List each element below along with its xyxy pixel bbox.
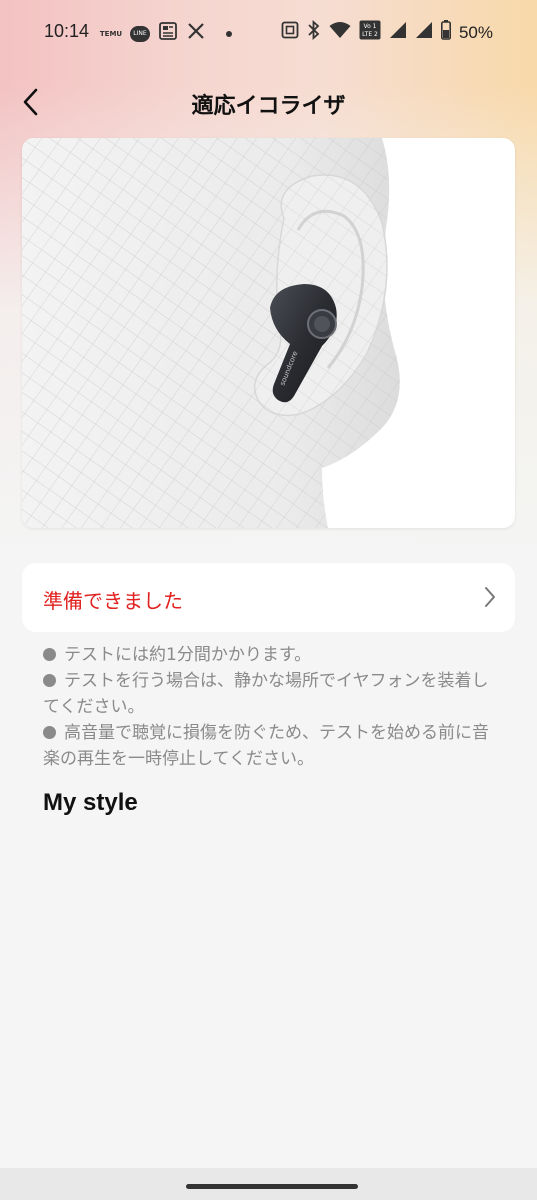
signal-icon-1 bbox=[389, 21, 407, 44]
volte-icon: Vo 1 LTE 2 bbox=[359, 20, 381, 45]
svg-text:Vo 1: Vo 1 bbox=[363, 23, 376, 30]
test-notes: テストには約1分間かかります。 テストを行う場合は、静かな場所でイヤフォンを装着… bbox=[43, 642, 503, 772]
battery-icon bbox=[440, 20, 451, 45]
home-indicator[interactable] bbox=[186, 1184, 358, 1189]
news-app-icon bbox=[158, 21, 178, 46]
line-app-icon: LINE bbox=[130, 25, 150, 42]
my-style-heading: My style bbox=[43, 789, 138, 816]
ready-label: 準備できました bbox=[43, 589, 183, 613]
ear-with-earbud-image: soundcore bbox=[22, 138, 400, 528]
note-item: 高音量で聴覚に損傷を防ぐため、テストを始める前に音楽の再生を一時停止してください… bbox=[43, 723, 489, 769]
battery-percent: 50% bbox=[458, 22, 493, 42]
wifi-icon bbox=[329, 21, 351, 44]
note-item: テストには約1分間かかります。 bbox=[43, 642, 503, 668]
status-bar: 10:14 TEMU LINE Vo 1 LTE 2 50% bbox=[0, 0, 537, 64]
svg-text:LTE 2: LTE 2 bbox=[362, 31, 378, 38]
bluetooth-icon bbox=[307, 19, 321, 45]
chevron-right-icon bbox=[483, 585, 497, 613]
x-app-icon bbox=[186, 21, 206, 46]
more-notifications-dot bbox=[226, 30, 232, 37]
status-time: 10:14 bbox=[44, 21, 90, 41]
temu-app-icon: TEMU bbox=[99, 29, 123, 38]
note-item: テストを行う場合は、静かな場所でイヤフォンを装着してください。 bbox=[43, 671, 489, 717]
signal-icon-2 bbox=[415, 21, 433, 44]
earbud-illustration: soundcore bbox=[22, 138, 515, 528]
bullet-icon bbox=[43, 674, 56, 687]
system-status-icons: Vo 1 LTE 2 50% bbox=[281, 19, 493, 45]
page-title: 適応イコライザ bbox=[191, 94, 346, 119]
nfc-icon bbox=[281, 21, 299, 44]
bullet-icon bbox=[43, 648, 56, 661]
notification-icons: TEMU LINE bbox=[100, 21, 232, 46]
bullet-icon bbox=[43, 726, 56, 739]
system-nav-bar bbox=[0, 1168, 537, 1200]
start-test-card[interactable]: 準備できました bbox=[22, 563, 515, 632]
app-header: 適応イコライザ bbox=[0, 70, 537, 134]
